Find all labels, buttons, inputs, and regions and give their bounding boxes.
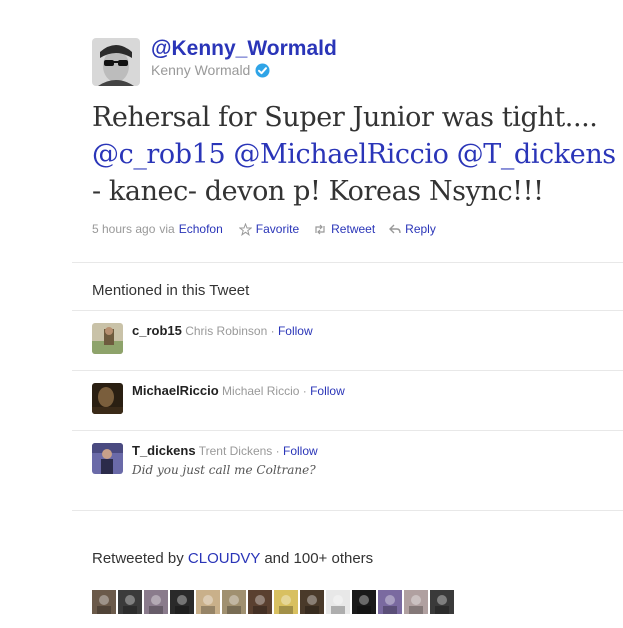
mention-link[interactable]: @T_dickens xyxy=(457,139,617,170)
user-screen-name[interactable]: MichaelRiccio xyxy=(132,383,219,398)
retweeter-avatar[interactable] xyxy=(274,590,298,614)
separator: · xyxy=(270,324,275,338)
retweet-icon xyxy=(315,224,325,234)
divider xyxy=(72,262,623,263)
divider xyxy=(72,370,623,371)
timestamp[interactable]: 5 hours ago xyxy=(92,222,155,236)
user-full-name: Michael Riccio xyxy=(222,384,300,398)
reply-button[interactable]: Reply xyxy=(389,222,436,236)
retweeter-avatar[interactable] xyxy=(92,590,116,614)
retweeter-avatar[interactable] xyxy=(118,590,142,614)
mentioned-user-row: T_dickens Trent Dickens · Follow Did you… xyxy=(92,443,623,483)
retweeter-avatar[interactable] xyxy=(248,590,272,614)
source-app-link[interactable]: Echofon xyxy=(179,222,223,236)
retweeter-link[interactable]: CLOUDVY xyxy=(188,550,260,567)
user-line: c_rob15 Chris Robinson · Follow xyxy=(132,323,313,338)
user-full-name: Trent Dickens xyxy=(198,444,273,458)
retweeted-by: Retweeted by CLOUDVY and 100+ others xyxy=(92,550,373,567)
separator: · xyxy=(302,384,307,398)
verified-badge-icon xyxy=(255,63,270,78)
retweeter-avatar[interactable] xyxy=(196,590,220,614)
tweet-text-segment: Rehersal for Super Junior was tight.... xyxy=(92,102,598,133)
divider xyxy=(72,430,623,431)
reply-icon xyxy=(389,224,401,233)
divider xyxy=(72,510,623,511)
user-avatar[interactable] xyxy=(92,323,123,354)
retweeter-avatars xyxy=(92,590,456,614)
retweeter-avatar[interactable] xyxy=(352,590,376,614)
avatar[interactable] xyxy=(92,38,140,86)
tweet-text: Rehersal for Super Junior was tight.... … xyxy=(92,99,617,210)
tweet-detail: @Kenny_Wormald Kenny Wormald Rehersal fo… xyxy=(0,0,623,628)
user-avatar[interactable] xyxy=(92,443,123,474)
user-screen-name[interactable]: T_dickens xyxy=(132,443,196,458)
follow-button[interactable]: Follow xyxy=(278,324,313,338)
retweeter-avatar[interactable] xyxy=(326,590,350,614)
divider xyxy=(72,310,623,311)
mentioned-user-row: c_rob15 Chris Robinson · Follow xyxy=(92,323,623,359)
screen-name[interactable]: @Kenny_Wormald xyxy=(151,37,337,61)
star-icon xyxy=(238,222,252,236)
tweet-meta: 5 hours ago via Echofon Favorite Retweet… xyxy=(92,222,436,236)
retweeter-avatar[interactable] xyxy=(378,590,402,614)
retweet-label: Retweet xyxy=(331,222,376,236)
retweeter-avatar[interactable] xyxy=(404,590,428,614)
via-label: via xyxy=(159,222,175,236)
retweeted-suffix: and 100+ others xyxy=(264,550,374,567)
favorite-button[interactable]: Favorite xyxy=(238,222,300,236)
tweet-text-segment xyxy=(448,139,456,170)
retweeter-avatar[interactable] xyxy=(170,590,194,614)
retweeted-prefix: Retweeted by xyxy=(92,550,184,567)
separator: · xyxy=(275,444,280,458)
full-name-text: Kenny Wormald xyxy=(151,62,251,78)
follow-button[interactable]: Follow xyxy=(283,444,318,458)
retweeter-avatar[interactable] xyxy=(430,590,454,614)
user-avatar[interactable] xyxy=(92,383,123,414)
mentioned-user-row: MichaelRiccio Michael Riccio · Follow xyxy=(92,383,623,419)
user-bio: Did you just call me Coltrane? xyxy=(132,463,316,477)
retweeter-avatar[interactable] xyxy=(300,590,324,614)
retweet-button[interactable]: Retweet xyxy=(313,222,375,236)
mentioned-heading: Mentioned in this Tweet xyxy=(92,282,250,299)
user-line: T_dickens Trent Dickens · Follow xyxy=(132,443,318,458)
retweeter-avatar[interactable] xyxy=(222,590,246,614)
user-screen-name[interactable]: c_rob15 xyxy=(132,323,182,338)
tweet-text-segment: - kanec- devon p! Koreas Nsync!!! xyxy=(92,176,544,207)
mention-link[interactable]: @MichaelRiccio xyxy=(233,139,448,170)
mention-link[interactable]: @c_rob15 xyxy=(92,139,226,170)
reply-label: Reply xyxy=(405,222,436,236)
retweeter-avatar[interactable] xyxy=(144,590,168,614)
follow-button[interactable]: Follow xyxy=(310,384,345,398)
user-line: MichaelRiccio Michael Riccio · Follow xyxy=(132,383,345,398)
user-full-name: Chris Robinson xyxy=(185,324,268,338)
favorite-label: Favorite xyxy=(255,222,300,236)
full-name: Kenny Wormald xyxy=(151,62,270,78)
